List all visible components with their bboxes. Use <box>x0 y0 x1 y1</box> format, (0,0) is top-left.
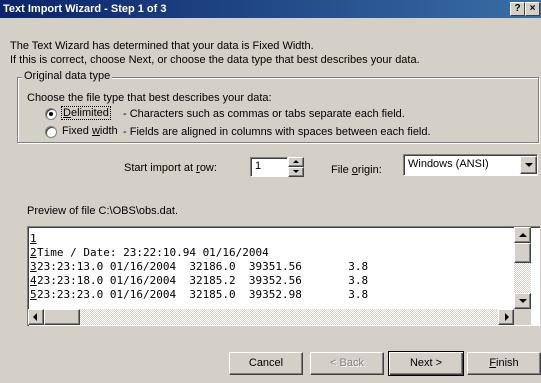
file-origin-dropdown-button[interactable] <box>520 156 537 174</box>
fixed-width-label[interactable]: Fixed width <box>62 125 118 137</box>
scroll-left-button[interactable] <box>28 309 44 325</box>
title-bar: Text Import Wizard - Step 1 of 3 <box>0 0 541 18</box>
start-row-label: Start import at row: <box>124 162 217 174</box>
start-row-input[interactable]: 1 <box>250 157 288 177</box>
close-button[interactable]: × <box>525 2 540 16</box>
file-origin-label: File origin: <box>331 164 382 176</box>
file-type-prompt: Choose the file type that best describes… <box>27 92 272 104</box>
finish-button[interactable]: Finish <box>467 352 541 375</box>
start-row-spin-down[interactable] <box>288 167 304 177</box>
fixed-width-description: - Fields are aligned in columns with spa… <box>123 126 431 138</box>
arrow-down-icon <box>518 299 527 303</box>
close-icon: × <box>529 3 536 14</box>
group-legend: Original data type <box>22 70 113 82</box>
arrow-left-icon <box>33 313 37 321</box>
scrollbar-corner <box>514 309 531 325</box>
fixed-width-radio[interactable] <box>45 126 57 138</box>
scroll-right-button[interactable] <box>498 309 514 325</box>
spin-up-icon <box>293 160 299 163</box>
delimited-description: - Characters such as commas or tabs sepa… <box>123 108 405 120</box>
preview-row: 423:23:18.0 01/16/2004 32185.2 39352.56 … <box>30 274 369 287</box>
preview-horizontal-scrollbar[interactable] <box>28 309 514 325</box>
preview-row: 1 <box>30 232 37 245</box>
next-button[interactable]: Next > <box>388 351 464 376</box>
cancel-button[interactable]: Cancel <box>229 352 303 375</box>
window-title: Text Import Wizard - Step 1 of 3 <box>3 3 167 15</box>
help-button[interactable]: ? <box>510 2 525 16</box>
back-button[interactable]: < Back <box>310 352 384 375</box>
start-row-spin-up[interactable] <box>288 157 304 167</box>
spin-down-icon <box>293 170 299 173</box>
preview-row: 523:23:23.0 01/16/2004 32185.0 39352.98 … <box>30 288 369 301</box>
intro-line-1: The Text Wizard has determined that your… <box>10 40 314 52</box>
delimited-label[interactable]: Delimited <box>61 106 111 120</box>
chevron-down-icon <box>524 163 533 167</box>
vertical-scroll-thumb[interactable] <box>514 243 531 263</box>
arrow-right-icon <box>505 313 509 321</box>
arrow-up-icon <box>518 233 527 237</box>
text-import-wizard-dialog: Text Import Wizard - Step 1 of 3 ? × The… <box>0 0 541 383</box>
file-origin-select[interactable]: Windows (ANSI) <box>403 154 538 176</box>
preview-row: 323:23:13.0 01/16/2004 32186.0 39351.56 … <box>30 260 369 273</box>
help-icon: ? <box>514 3 521 14</box>
preview-label: Preview of file C:\OBS\obs.dat. <box>27 205 179 217</box>
delimited-radio[interactable] <box>45 108 57 120</box>
intro-line-2: If this is correct, choose Next, or choo… <box>10 54 420 66</box>
horizontal-scroll-thumb[interactable] <box>44 309 80 325</box>
preview-row: 2Time / Date: 23:22:10.94 01/16/2004 <box>30 246 269 259</box>
scroll-up-button[interactable] <box>514 227 531 243</box>
scroll-down-button[interactable] <box>514 293 531 309</box>
